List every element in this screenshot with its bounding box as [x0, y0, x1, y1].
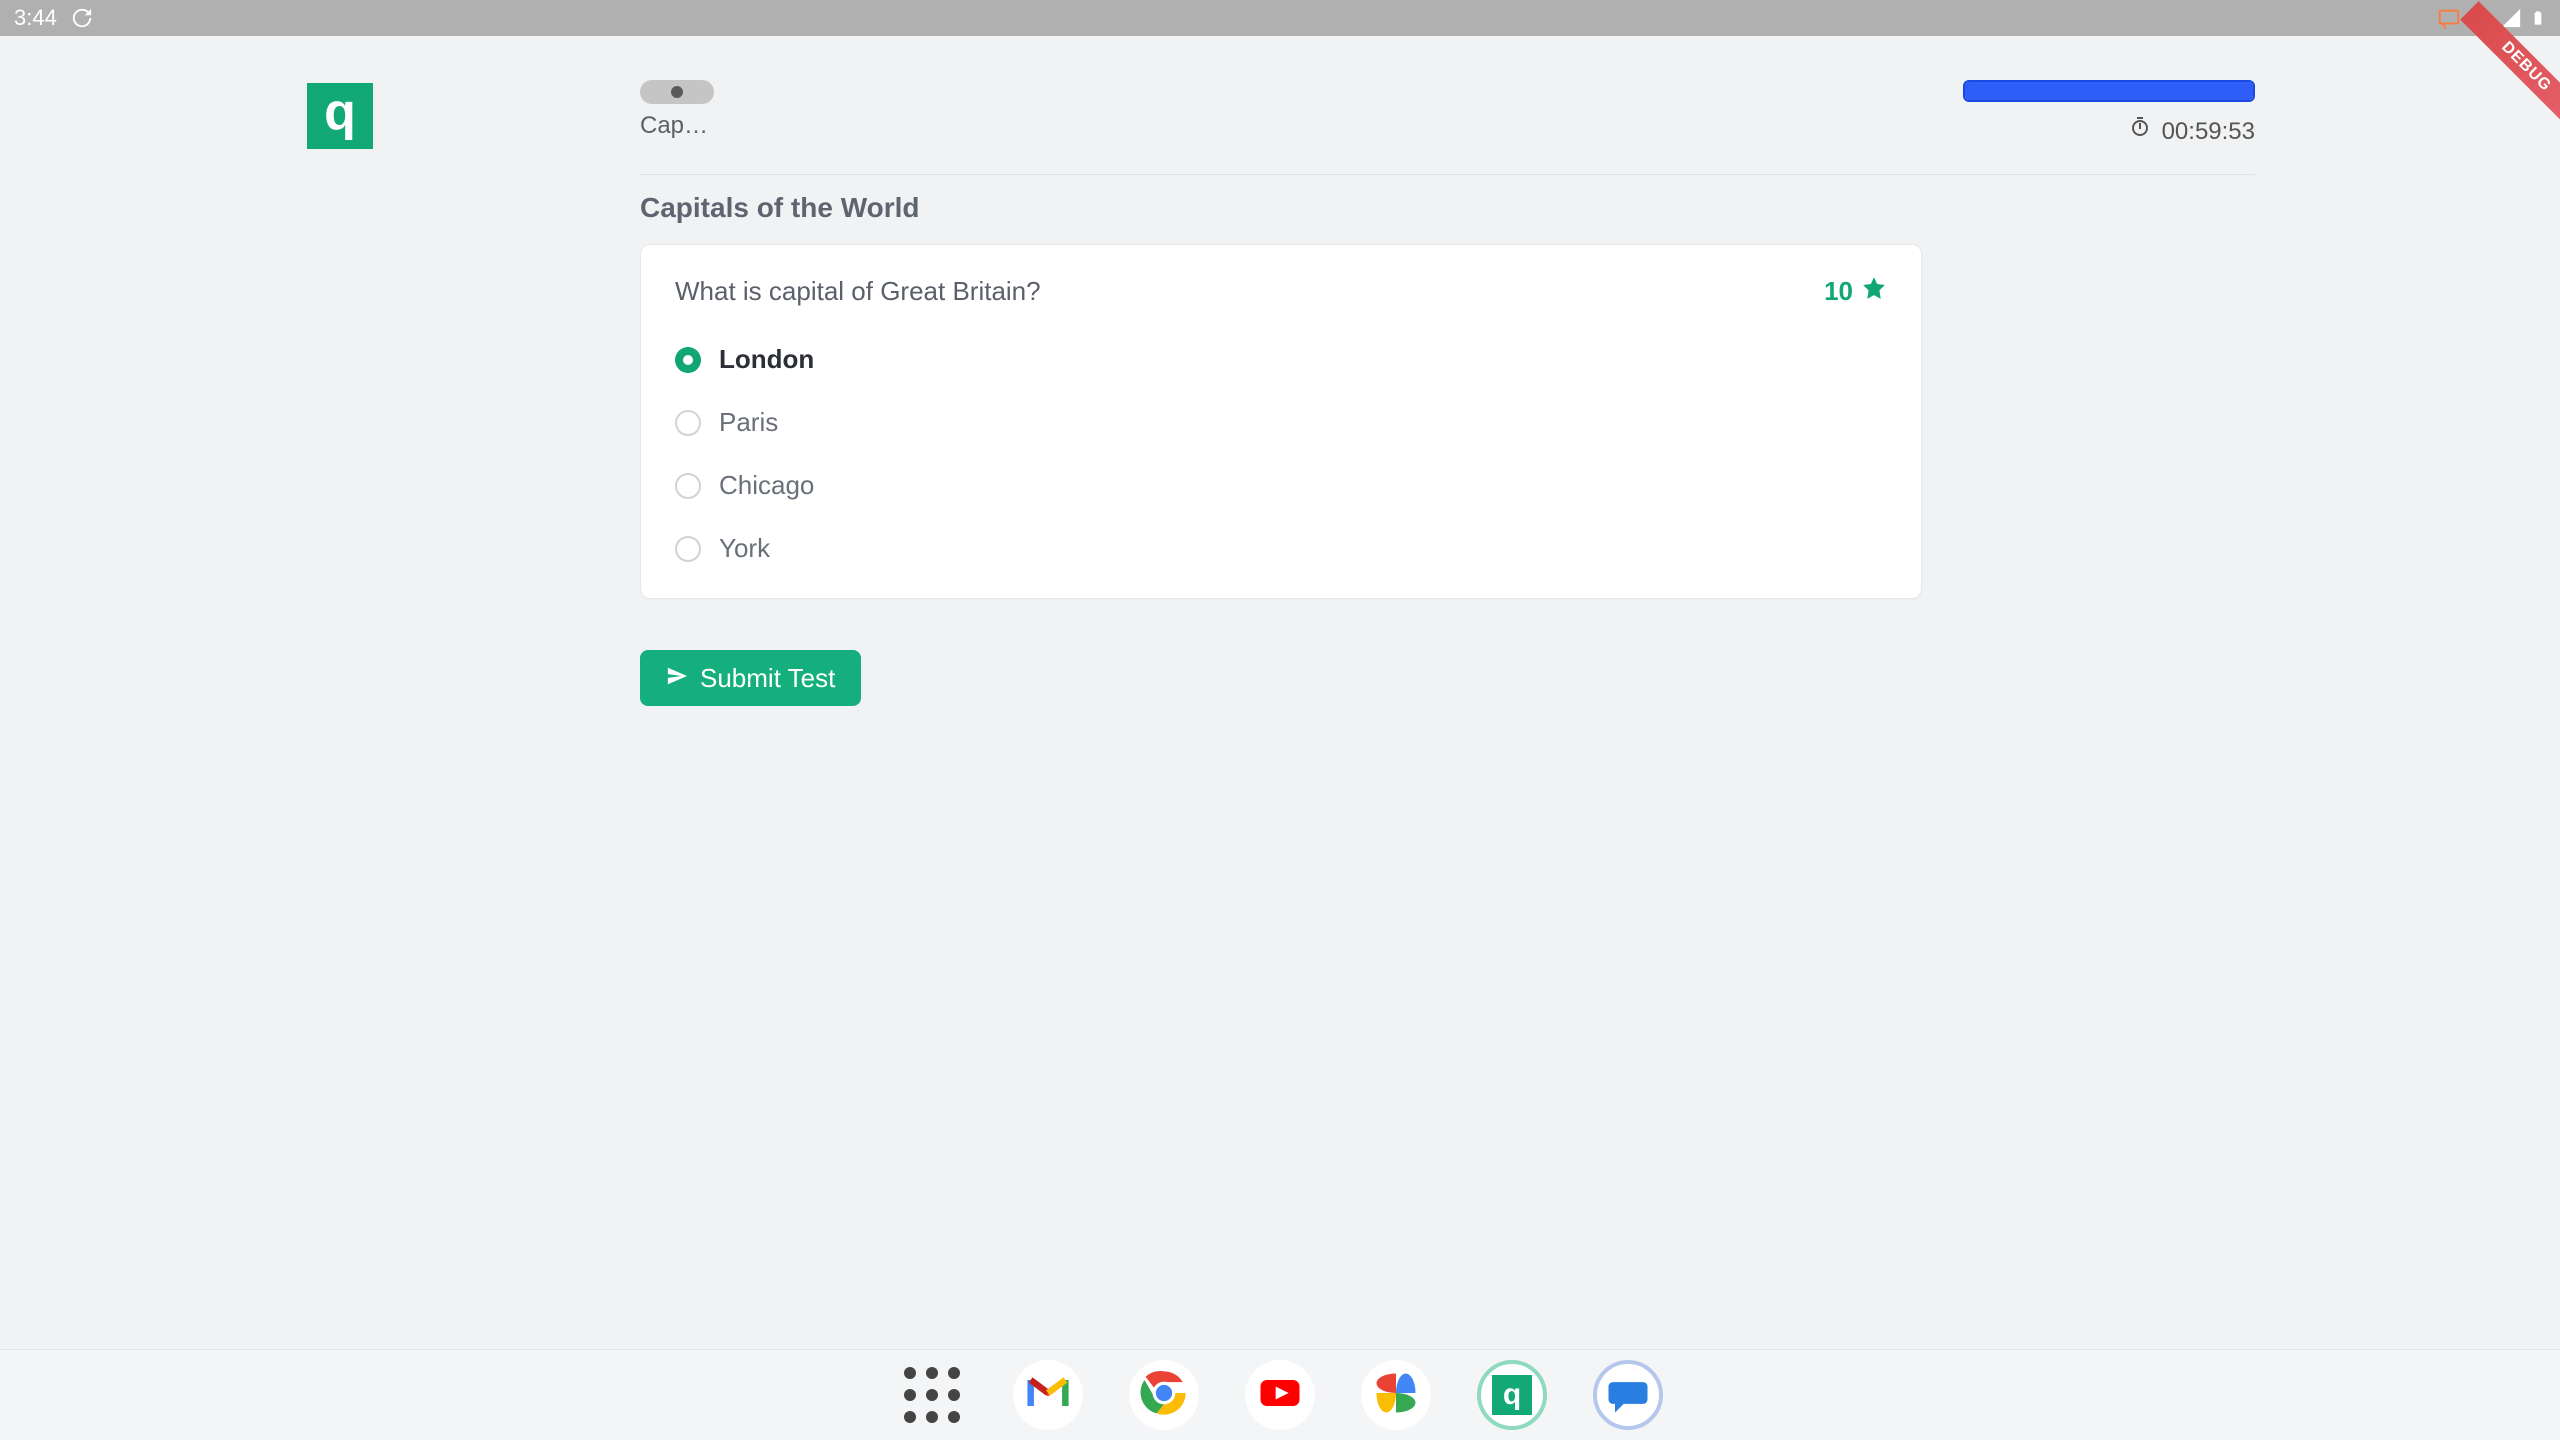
cast-icon: [2438, 7, 2460, 29]
dock-photos[interactable]: [1361, 1360, 1431, 1430]
star-icon: [1861, 275, 1887, 308]
gmail-icon: [1022, 1367, 1074, 1424]
timer-value: 00:59:53: [2162, 118, 2255, 146]
android-status-bar: 3:44: [0, 0, 2560, 36]
question-text: What is capital of Great Britain?: [675, 276, 1041, 307]
youtube-icon: [1254, 1367, 1306, 1424]
submit-test-button[interactable]: Submit Test: [640, 650, 861, 706]
answer-option-label: London: [719, 344, 814, 375]
answer-option-label: Chicago: [719, 470, 814, 501]
dock-youtube[interactable]: [1245, 1360, 1315, 1430]
messages-icon: [1602, 1367, 1654, 1424]
answer-option[interactable]: York: [675, 533, 1887, 564]
test-title: Capitals of the World: [640, 192, 920, 224]
status-time: 3:44: [14, 5, 57, 31]
answer-option[interactable]: London: [675, 344, 1887, 375]
question-points: 10: [1824, 275, 1887, 308]
answer-option-label: York: [719, 533, 770, 564]
dock-gmail[interactable]: [1013, 1360, 1083, 1430]
time-progress-fill: [1965, 82, 2253, 100]
breadcrumb-indicator[interactable]: [640, 80, 714, 104]
radio-icon: [675, 473, 701, 499]
dock-app-drawer[interactable]: [897, 1360, 967, 1430]
quiz-app-icon: q: [1492, 1375, 1532, 1415]
radio-icon: [675, 410, 701, 436]
submit-label: Submit Test: [700, 663, 835, 694]
answer-option-label: Paris: [719, 407, 778, 438]
answer-option[interactable]: Paris: [675, 407, 1887, 438]
radio-icon: [675, 536, 701, 562]
app-logo-letter: q: [324, 86, 356, 138]
dock-messages[interactable]: [1593, 1360, 1663, 1430]
dock-quiz-app[interactable]: q: [1477, 1360, 1547, 1430]
time-progress-bar: [1963, 80, 2255, 102]
app-drawer-icon: [904, 1367, 960, 1423]
header-row: Capitals of the World 00:59:53: [640, 80, 2255, 168]
radio-icon: [675, 347, 701, 373]
header-divider: [640, 174, 2255, 175]
breadcrumb-label: Capitals of the World: [640, 112, 710, 140]
sync-icon: [71, 7, 93, 29]
send-icon: [666, 663, 688, 694]
options-list: London Paris Chicago York: [675, 344, 1887, 564]
app-logo[interactable]: q: [307, 83, 373, 149]
chrome-icon: [1138, 1367, 1190, 1424]
timer: 00:59:53: [2128, 116, 2255, 147]
question-card: What is capital of Great Britain? 10 Lon…: [640, 244, 1922, 599]
stopwatch-icon: [2128, 116, 2152, 147]
photos-icon: [1370, 1367, 1422, 1424]
android-dock: q: [0, 1349, 2560, 1440]
points-value: 10: [1824, 276, 1853, 307]
page: DEBUG q Capitals of the World 00:59:53 C…: [0, 36, 2560, 1440]
dock-chrome[interactable]: [1129, 1360, 1199, 1430]
answer-option[interactable]: Chicago: [675, 470, 1887, 501]
battery-icon: [2530, 6, 2546, 30]
